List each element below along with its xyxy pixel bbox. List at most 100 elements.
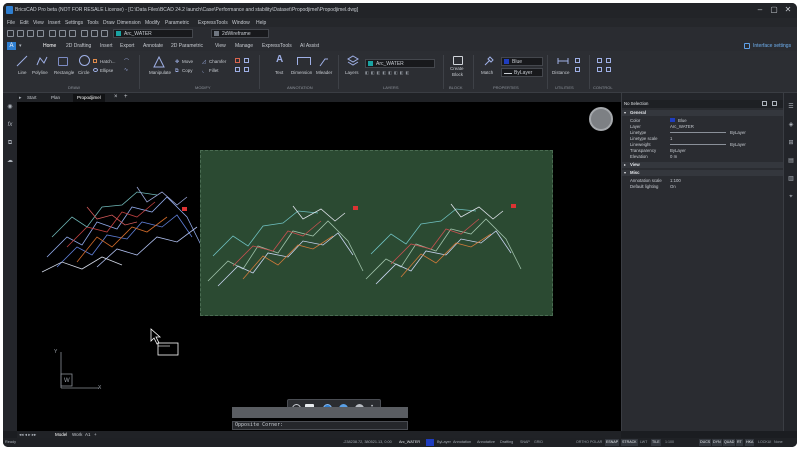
fillet-icon[interactable]: ◟ bbox=[202, 68, 204, 74]
menu-tools[interactable]: Tools bbox=[87, 20, 99, 26]
minimize-button[interactable]: – bbox=[755, 5, 765, 15]
mirror-icon[interactable] bbox=[244, 67, 249, 72]
extend-icon[interactable] bbox=[244, 58, 249, 63]
app-menu-button[interactable]: A bbox=[7, 42, 16, 50]
layout-tab-a1[interactable]: A1 bbox=[85, 432, 91, 437]
prop-annoscale-value[interactable]: 1:100 bbox=[670, 178, 681, 183]
new-tab-icon[interactable]: + bbox=[124, 94, 128, 100]
status-hka-toggle[interactable]: HKA bbox=[745, 439, 755, 446]
distance-button-label[interactable]: Distance bbox=[552, 70, 570, 75]
layers-button-label[interactable]: Layers bbox=[345, 70, 359, 75]
arc-icon[interactable]: ⌒ bbox=[124, 58, 129, 65]
tab-insert[interactable]: Insert bbox=[100, 43, 113, 49]
create-block-icon[interactable] bbox=[453, 56, 463, 65]
menu-edit[interactable]: Edit bbox=[20, 20, 29, 26]
rectangle-button-label[interactable]: Rectangle bbox=[54, 70, 74, 75]
status-annotation-scale[interactable]: Annotation bbox=[453, 440, 471, 444]
area-icon[interactable] bbox=[575, 67, 580, 72]
layer-lock-icon[interactable] bbox=[91, 30, 98, 37]
dimension-button-label[interactable]: Dimension bbox=[291, 70, 312, 75]
prop-transparency-value[interactable]: ByLayer bbox=[670, 148, 686, 153]
layer-state-icon[interactable] bbox=[81, 30, 88, 37]
cloud-icon[interactable]: ☁ bbox=[6, 157, 14, 165]
manipulate-button-label[interactable]: Manipulate bbox=[149, 70, 171, 75]
redo-icon[interactable] bbox=[69, 30, 76, 37]
menu-help[interactable]: Help bbox=[256, 20, 266, 26]
undo-icon[interactable] bbox=[59, 30, 66, 37]
status-polar-toggle[interactable]: POLAR bbox=[589, 439, 603, 446]
tab-2d-parametric[interactable]: 2D Parametric bbox=[171, 43, 203, 49]
circle-icon[interactable] bbox=[79, 55, 90, 66]
fillet-button-label[interactable]: Fillet bbox=[209, 68, 219, 73]
copy-button-label[interactable]: Copy bbox=[182, 68, 193, 73]
menu-modify[interactable]: Modify bbox=[145, 20, 160, 26]
location-panel-icon[interactable]: ⌖ bbox=[787, 193, 795, 201]
status-annotation[interactable]: ByLayer bbox=[437, 440, 451, 444]
tab-list-icon[interactable]: ▸ bbox=[19, 95, 22, 101]
menu-file[interactable]: File bbox=[7, 20, 15, 26]
control-icon-3[interactable] bbox=[597, 67, 602, 72]
app-menu-chevron-icon[interactable]: ▾ bbox=[19, 43, 22, 49]
selection-combo[interactable]: No Selection bbox=[624, 101, 648, 106]
color-combo[interactable]: Blue bbox=[501, 57, 543, 66]
hatch-icon[interactable] bbox=[93, 59, 97, 63]
interface-settings-icon[interactable] bbox=[744, 43, 750, 49]
control-icon-4[interactable] bbox=[606, 67, 611, 72]
block-label[interactable]: Block bbox=[452, 72, 463, 77]
menu-view[interactable]: View bbox=[33, 20, 44, 26]
prop-linetype-value[interactable]: ByLayer bbox=[730, 130, 746, 135]
mleader-button-label[interactable]: Mleader bbox=[316, 70, 332, 75]
status-strack-toggle[interactable]: STRACK bbox=[621, 439, 638, 446]
command-prompt[interactable]: Opposite Corner: bbox=[232, 421, 408, 430]
section-general[interactable]: General bbox=[622, 110, 784, 116]
create-block-label[interactable]: Create bbox=[450, 66, 464, 71]
layers-icon[interactable] bbox=[347, 55, 359, 67]
collapse-misc-icon[interactable]: ▾ bbox=[624, 170, 626, 175]
status-drafting[interactable]: Drafting bbox=[500, 440, 513, 444]
menu-draw[interactable]: Draw bbox=[103, 20, 115, 26]
status-ducs-toggle[interactable]: DUCS bbox=[699, 439, 712, 446]
prop-color-value[interactable]: Blue bbox=[678, 118, 687, 123]
doc-tab-propodjimel[interactable]: Propodjimel bbox=[73, 94, 105, 102]
menu-window[interactable]: Window bbox=[232, 20, 250, 26]
doc-tab-start[interactable]: Start bbox=[23, 94, 41, 102]
bim-panel-icon[interactable]: ▤ bbox=[787, 157, 795, 165]
status-quad-toggle[interactable]: QUAD bbox=[723, 439, 736, 446]
status-snap-toggle[interactable]: SNAP bbox=[519, 439, 531, 446]
menu-expresstools[interactable]: ExpressTools bbox=[198, 20, 228, 26]
text-icon[interactable]: A bbox=[276, 54, 283, 65]
doc-tab-plan[interactable]: Plan bbox=[47, 94, 64, 102]
copy-icon[interactable]: ⧉ bbox=[175, 68, 179, 74]
status-coordinates[interactable]: -238238.72, 380521.13, 0.00 bbox=[343, 440, 392, 444]
prop-lineweight-value[interactable]: ByLayer bbox=[730, 142, 746, 147]
status-dyn-toggle[interactable]: DYN bbox=[712, 439, 722, 446]
move-button-label[interactable]: Move bbox=[182, 59, 193, 64]
function-icon[interactable]: fx bbox=[6, 121, 14, 129]
polyline-icon[interactable] bbox=[36, 55, 48, 67]
status-annotative[interactable]: Annotative bbox=[477, 440, 495, 444]
viewcube-compass[interactable] bbox=[589, 107, 613, 131]
status-rt-toggle[interactable]: RT bbox=[736, 439, 743, 446]
interface-settings-link[interactable]: Interface settings bbox=[753, 43, 791, 49]
layer-freeze-icon[interactable] bbox=[101, 30, 108, 37]
menu-dimension[interactable]: Dimension bbox=[117, 20, 141, 26]
prop-lighting-value[interactable]: On bbox=[670, 184, 676, 189]
tab-annotate[interactable]: Annotate bbox=[143, 43, 163, 49]
menu-insert[interactable]: Insert bbox=[48, 20, 61, 26]
tab-2d-drafting[interactable]: 2D Drafting bbox=[66, 43, 91, 49]
visual-style-combo[interactable]: 2dWireframe bbox=[211, 29, 269, 38]
status-lwt-toggle[interactable]: LWT bbox=[639, 439, 648, 446]
rectangle-icon[interactable] bbox=[58, 57, 68, 66]
match-properties-icon[interactable] bbox=[483, 55, 495, 67]
close-tab-icon[interactable]: × bbox=[114, 94, 118, 100]
match-button-label[interactable]: Match bbox=[481, 70, 493, 75]
tab-view[interactable]: View bbox=[215, 43, 226, 49]
ellipse-button-label[interactable]: Ellipse bbox=[100, 68, 113, 73]
move-icon[interactable]: ✥ bbox=[175, 59, 179, 65]
layer-tools-row[interactable]: ◧◧◧◧◧◧◧◧ bbox=[365, 70, 435, 76]
line-icon[interactable] bbox=[16, 55, 28, 67]
properties-panel-icon[interactable]: ☰ bbox=[787, 103, 795, 111]
control-icon-1[interactable] bbox=[597, 58, 602, 63]
eye-icon[interactable]: ◉ bbox=[6, 103, 14, 111]
prop-layer-value[interactable]: Arc_WATER bbox=[670, 124, 694, 129]
